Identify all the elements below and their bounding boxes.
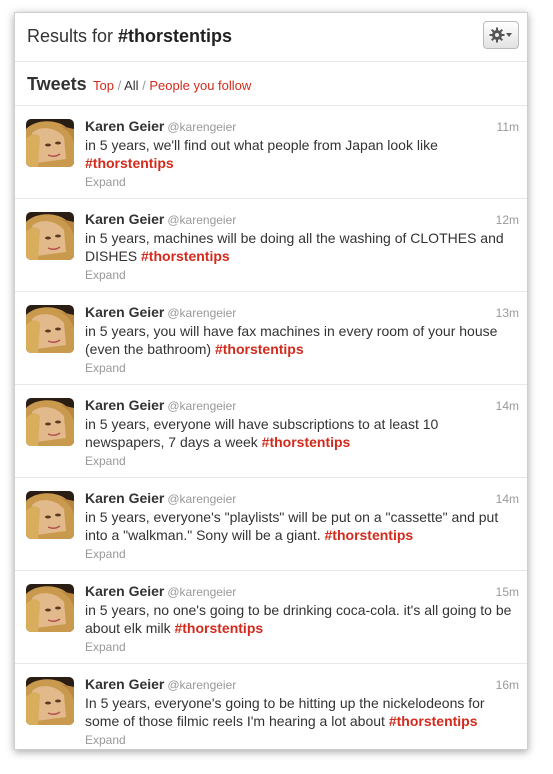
tweet-author[interactable]: Karen Geier @karengeier bbox=[85, 118, 236, 134]
results-header: Results for #thorstentips bbox=[15, 13, 527, 62]
tweet-item[interactable]: Karen Geier @karengeier 16m In 5 years, e… bbox=[15, 664, 527, 749]
tweet-body: in 5 years, no one's going to be drinkin… bbox=[85, 602, 512, 636]
hashtag-link[interactable]: #thorstentips bbox=[85, 155, 174, 171]
author-name[interactable]: Karen Geier bbox=[85, 676, 164, 692]
author-handle[interactable]: @karengeier bbox=[167, 213, 236, 227]
tweet-timestamp[interactable]: 16m bbox=[496, 678, 519, 692]
tweet-item[interactable]: Karen Geier @karengeier 14m in 5 years, e… bbox=[15, 385, 527, 478]
tweet-text: In 5 years, everyone's going to be hitti… bbox=[85, 694, 517, 730]
tweet-author[interactable]: Karen Geier @karengeier bbox=[85, 490, 236, 506]
author-name[interactable]: Karen Geier bbox=[85, 490, 164, 506]
tweet-timestamp[interactable]: 15m bbox=[496, 585, 519, 599]
tweet-author[interactable]: Karen Geier @karengeier bbox=[85, 676, 236, 692]
hashtag-link[interactable]: #thorstentips bbox=[215, 341, 304, 357]
expand-link[interactable]: Expand bbox=[85, 361, 126, 375]
caret-down-icon bbox=[505, 32, 513, 38]
tweet-item[interactable]: Karen Geier @karengeier 13m in 5 years, y… bbox=[15, 292, 527, 385]
tweet-author[interactable]: Karen Geier @karengeier bbox=[85, 211, 236, 227]
avatar[interactable] bbox=[26, 584, 74, 632]
tweet-timestamp[interactable]: 14m bbox=[496, 492, 519, 506]
expand-link[interactable]: Expand bbox=[85, 268, 126, 282]
tweet-author[interactable]: Karen Geier @karengeier bbox=[85, 397, 236, 413]
avatar[interactable] bbox=[26, 119, 74, 167]
tweet-text: in 5 years, everyone will have subscript… bbox=[85, 415, 517, 451]
tweet-body: in 5 years, everyone's "playlists" will … bbox=[85, 509, 499, 543]
expand-link[interactable]: Expand bbox=[85, 547, 126, 561]
tweet-timestamp[interactable]: 13m bbox=[496, 306, 519, 320]
tweet-item[interactable]: Karen Geier @karengeier 11m in 5 years, w… bbox=[15, 106, 527, 199]
settings-button[interactable] bbox=[483, 21, 519, 49]
author-name[interactable]: Karen Geier bbox=[85, 397, 164, 413]
tweet-timestamp[interactable]: 14m bbox=[496, 399, 519, 413]
expand-link[interactable]: Expand bbox=[85, 640, 126, 654]
hashtag-link[interactable]: #thorstentips bbox=[174, 620, 263, 636]
tweet-item[interactable]: Karen Geier @karengeier 14m in 5 years, e… bbox=[15, 478, 527, 571]
tweet-author[interactable]: Karen Geier @karengeier bbox=[85, 583, 236, 599]
tweet-text: in 5 years, you will have fax machines i… bbox=[85, 322, 517, 358]
tweet-filters: Top / All / People you follow bbox=[93, 78, 251, 93]
avatar[interactable] bbox=[26, 212, 74, 260]
tweet-list: Karen Geier @karengeier 11m in 5 years, w… bbox=[15, 106, 527, 749]
author-handle[interactable]: @karengeier bbox=[167, 585, 236, 599]
avatar[interactable] bbox=[26, 677, 74, 725]
author-handle[interactable]: @karengeier bbox=[167, 399, 236, 413]
expand-link[interactable]: Expand bbox=[85, 175, 126, 189]
search-results-panel: Results for #thorstentips Tweets Top / A… bbox=[14, 12, 528, 750]
author-handle[interactable]: @karengeier bbox=[167, 120, 236, 134]
hashtag-link[interactable]: #thorstentips bbox=[389, 713, 478, 729]
author-handle[interactable]: @karengeier bbox=[167, 306, 236, 320]
filter-all-link[interactable]: All bbox=[124, 78, 138, 93]
tweet-body: in 5 years, we'll find out what people f… bbox=[85, 137, 438, 153]
hashtag-link[interactable]: #thorstentips bbox=[325, 527, 414, 543]
filter-people-you-follow-link[interactable]: People you follow bbox=[149, 78, 251, 93]
tweet-item[interactable]: Karen Geier @karengeier 15m in 5 years, n… bbox=[15, 571, 527, 664]
expand-link[interactable]: Expand bbox=[85, 454, 126, 468]
gear-icon bbox=[489, 27, 505, 43]
filter-separator: / bbox=[113, 78, 125, 93]
hashtag-link[interactable]: #thorstentips bbox=[141, 248, 230, 264]
avatar[interactable] bbox=[26, 305, 74, 353]
tweet-timestamp[interactable]: 11m bbox=[497, 120, 519, 134]
expand-link[interactable]: Expand bbox=[85, 733, 126, 747]
author-handle[interactable]: @karengeier bbox=[167, 492, 236, 506]
tweets-section-header: Tweets Top / All / People you follow bbox=[15, 62, 527, 106]
tweet-timestamp[interactable]: 12m bbox=[496, 213, 519, 227]
tweet-item[interactable]: Karen Geier @karengeier 12m in 5 years, m… bbox=[15, 199, 527, 292]
tweet-text: in 5 years, machines will be doing all t… bbox=[85, 229, 517, 265]
author-name[interactable]: Karen Geier bbox=[85, 211, 164, 227]
tweet-text: in 5 years, everyone's "playlists" will … bbox=[85, 508, 517, 544]
tweets-title: Tweets bbox=[27, 74, 87, 94]
author-name[interactable]: Karen Geier bbox=[85, 304, 164, 320]
results-title: Results for #thorstentips bbox=[27, 26, 232, 47]
avatar[interactable] bbox=[26, 491, 74, 539]
results-prefix: Results for bbox=[27, 26, 119, 46]
author-handle[interactable]: @karengeier bbox=[167, 678, 236, 692]
tweet-text: in 5 years, we'll find out what people f… bbox=[85, 136, 517, 172]
search-query: #thorstentips bbox=[118, 26, 233, 46]
tweet-author[interactable]: Karen Geier @karengeier bbox=[85, 304, 236, 320]
tweet-text: in 5 years, no one's going to be drinkin… bbox=[85, 601, 517, 637]
filter-separator: / bbox=[138, 78, 150, 93]
author-name[interactable]: Karen Geier bbox=[85, 118, 164, 134]
hashtag-link[interactable]: #thorstentips bbox=[262, 434, 351, 450]
author-name[interactable]: Karen Geier bbox=[85, 583, 164, 599]
filter-top-link[interactable]: Top bbox=[93, 78, 114, 93]
avatar[interactable] bbox=[26, 398, 74, 446]
